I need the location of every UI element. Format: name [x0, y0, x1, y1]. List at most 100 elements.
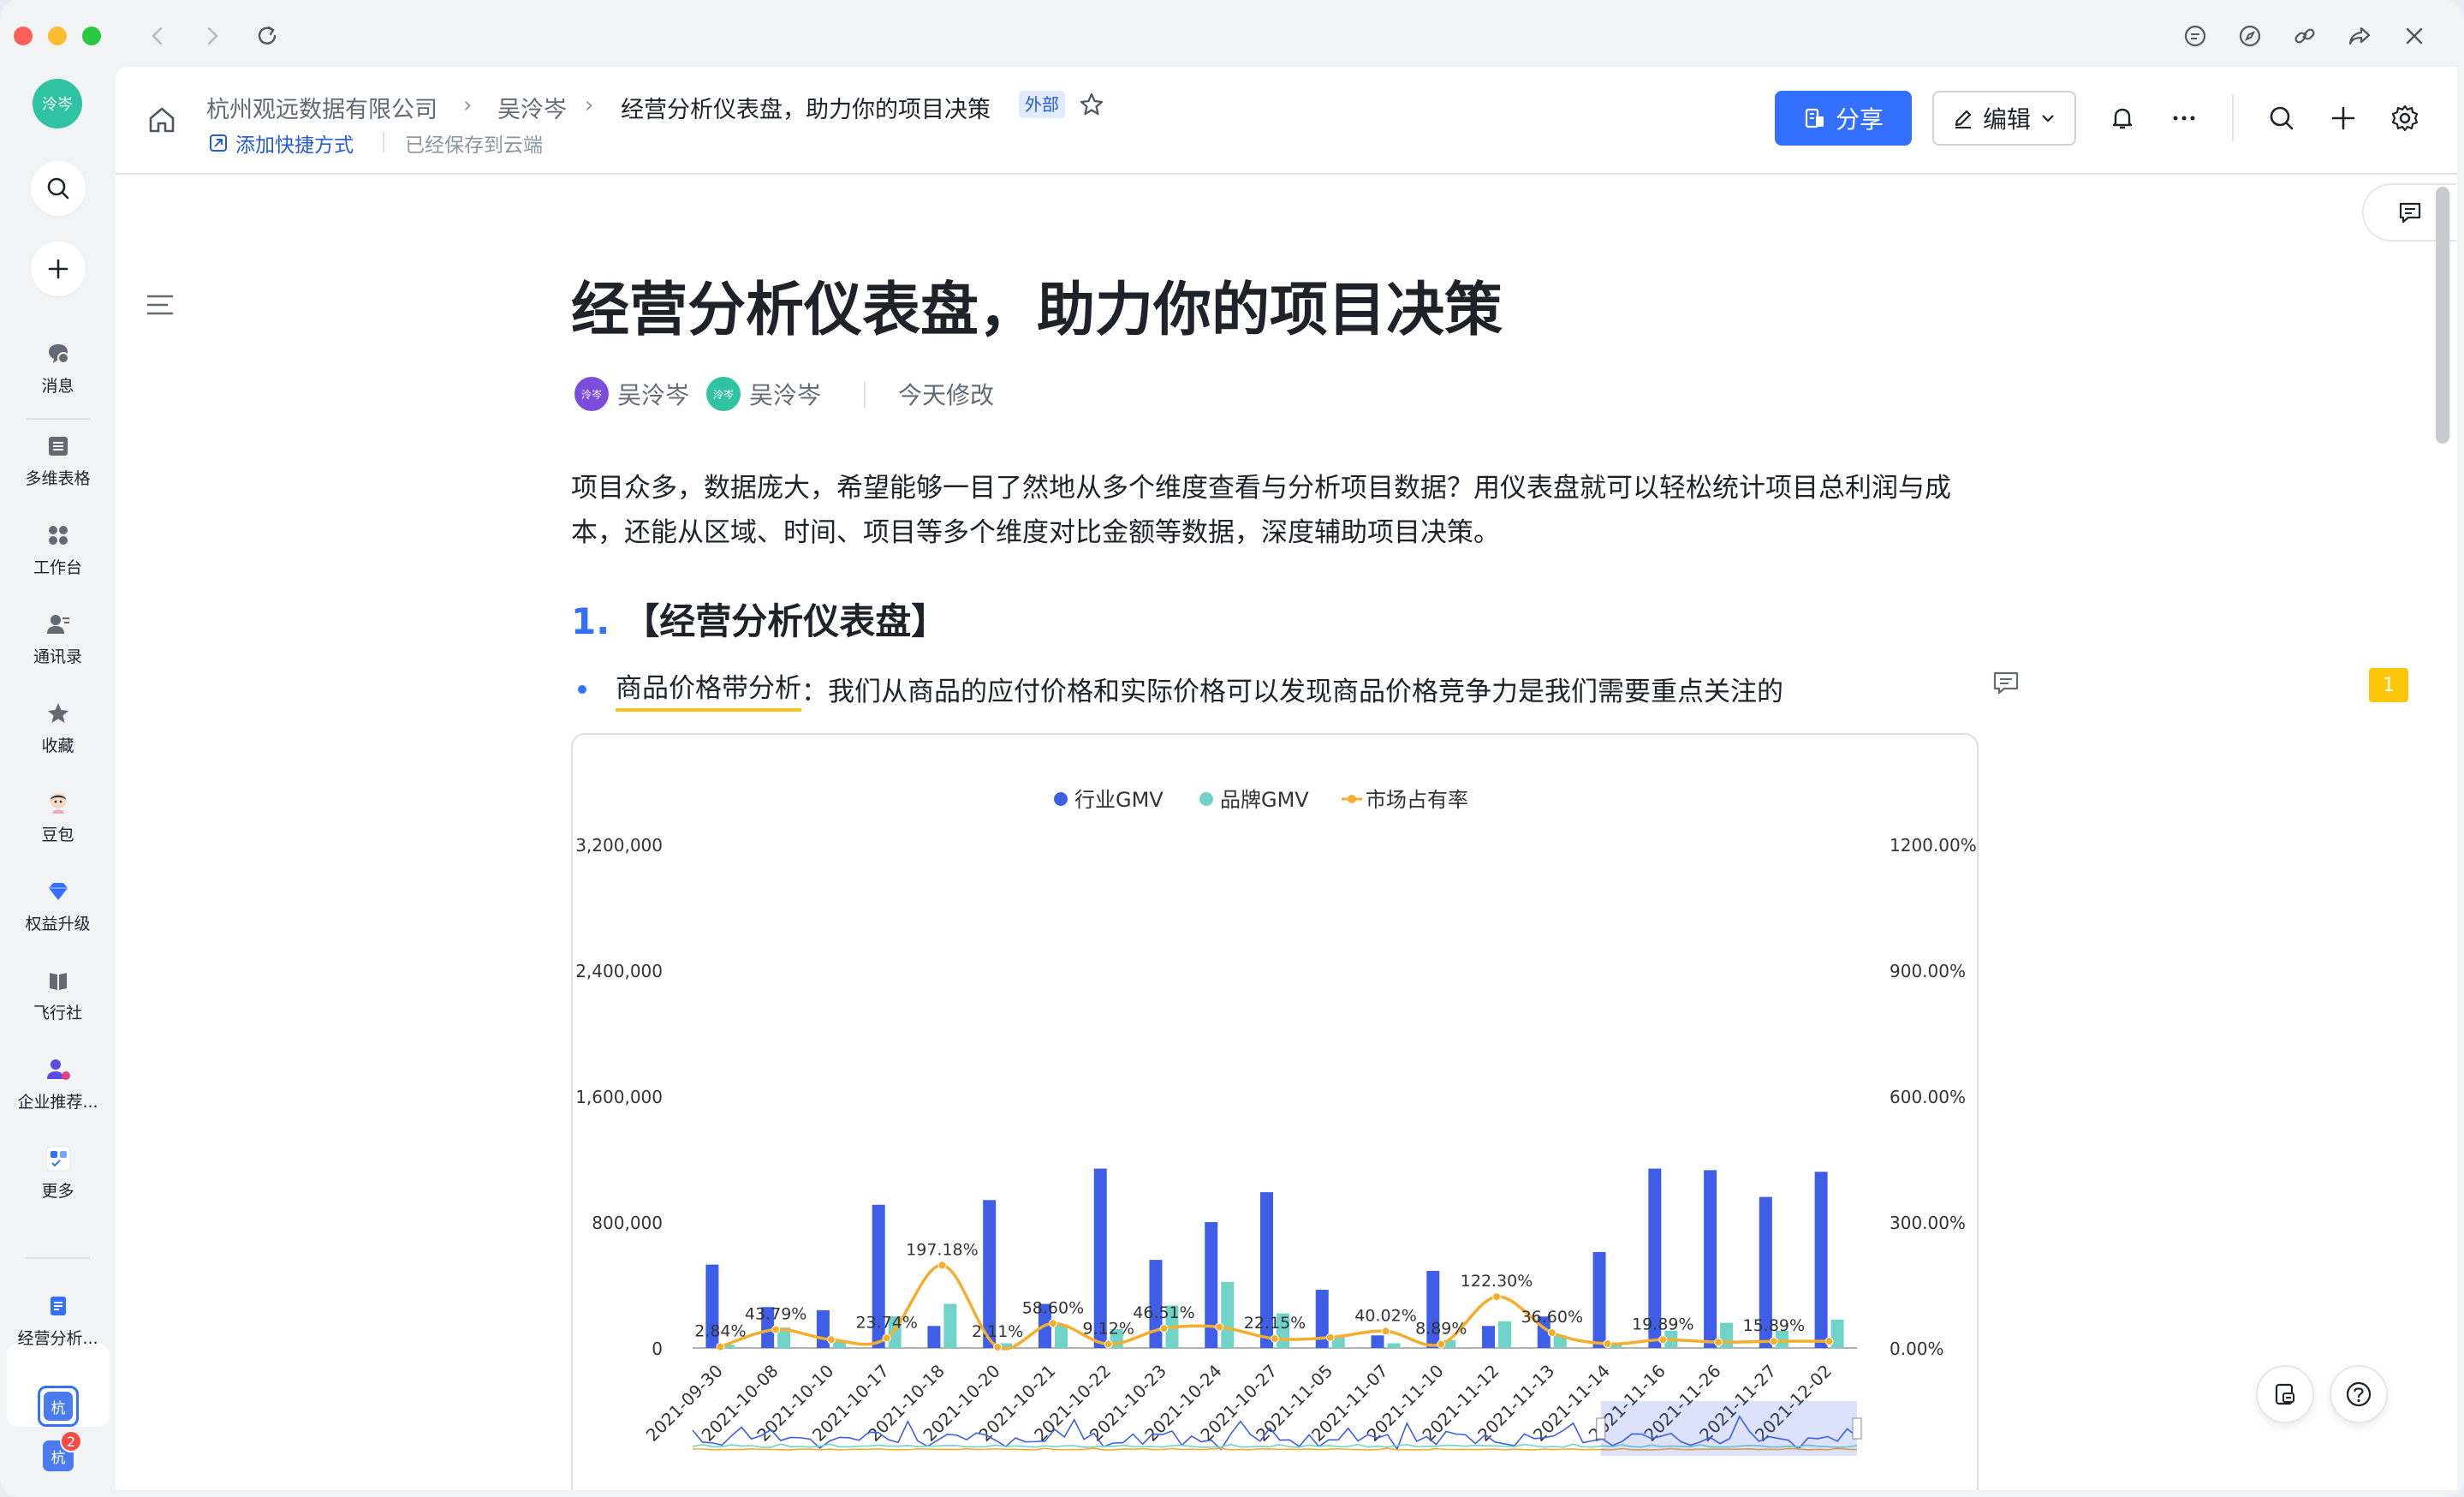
data-label-market-share: 2.11% — [972, 1322, 1023, 1341]
back-icon[interactable] — [140, 19, 175, 53]
bar-industry-gmv — [816, 1309, 830, 1348]
bar-brand-gmv — [1830, 1319, 1844, 1348]
legend-marker — [1348, 795, 1356, 803]
edit-mode-button[interactable]: 编辑 — [1932, 91, 2076, 146]
sidebar-item-active-doc[interactable]: 经营分析... — [0, 1291, 116, 1369]
create-button[interactable] — [31, 242, 86, 296]
close-icon[interactable] — [2396, 17, 2433, 55]
sidebar-item-doubao[interactable]: 豆包 — [0, 788, 116, 865]
legend-marker — [1054, 792, 1068, 806]
bar-industry-gmv — [1814, 1172, 1828, 1348]
sidebar-item-enterprise-recommend[interactable]: 企业推荐... — [0, 1055, 116, 1132]
chevron-down-icon — [2042, 115, 2054, 122]
notification-count-badge: 2 — [60, 1430, 82, 1452]
search-icon — [47, 177, 69, 200]
commented-text[interactable]: 商品价格带分析 — [616, 666, 801, 712]
more-options-icon[interactable] — [2165, 99, 2203, 137]
compass-icon[interactable] — [2231, 17, 2269, 55]
sidebar-item-flight-club[interactable]: 飞行社 — [0, 966, 116, 1043]
point-market-share — [1381, 1327, 1390, 1336]
y-axis-left-tick: 3,200,000 — [575, 835, 663, 856]
sidebar-item-workplace[interactable]: 工作台 — [0, 521, 116, 598]
app-window: 泠岑 消息 多维表格 工作台 通讯录 收藏 豆包 权益升级 飞行社 企业推荐..… — [0, 0, 2464, 1497]
settings-gear-icon[interactable] — [2386, 99, 2424, 137]
intro-paragraph[interactable]: 项目众多，数据庞大，希望能够一目了然地从多个维度查看与分析项目数据？用仪表盘就可… — [571, 466, 1992, 555]
bar-brand-gmv — [943, 1303, 957, 1348]
chat-bubble-icon — [44, 339, 73, 368]
notification-bell-icon[interactable] — [2104, 99, 2141, 137]
data-label-market-share: 2.84% — [694, 1322, 746, 1341]
data-label-market-share: 19.89% — [1632, 1315, 1693, 1333]
tenant-logo: 杭 — [44, 1392, 73, 1421]
modified-time: 今天修改 — [898, 381, 995, 409]
bar-industry-gmv — [927, 1326, 941, 1348]
sidebar-item-messages[interactable]: 消息 — [0, 339, 116, 416]
share-button[interactable]: 分享 — [1775, 91, 1912, 146]
chevron-right-icon: › — [585, 92, 594, 118]
comment-count-badge[interactable]: 1 — [2369, 668, 2408, 702]
bar-industry-gmv — [1592, 1251, 1606, 1348]
search-button[interactable] — [31, 161, 86, 216]
bar-industry-gmv — [1704, 1170, 1717, 1348]
sidebar-item-bitable[interactable]: 多维表格 — [0, 432, 116, 509]
y-axis-right-tick: 600.00% — [1890, 1087, 1966, 1107]
doc-search-icon[interactable] — [2263, 99, 2300, 137]
vertical-scrollbar[interactable] — [2436, 187, 2449, 444]
point-market-share — [1603, 1339, 1612, 1349]
chat-icon[interactable] — [2176, 17, 2214, 55]
point-market-share — [1159, 1324, 1169, 1333]
bar-industry-gmv — [1371, 1335, 1384, 1348]
chart-card[interactable]: 行业GMV 品牌GMV 市场占有率 0 800,000 1,600,000 2,400,00… — [571, 733, 1979, 1490]
sidebar-item-upgrade[interactable]: 权益升级 — [0, 877, 116, 954]
user-avatar[interactable]: 泠岑 — [33, 79, 82, 128]
add-shortcut-link[interactable]: 添加快捷方式 — [208, 128, 354, 158]
forward-icon[interactable] — [195, 19, 229, 53]
diamond-icon — [44, 877, 73, 906]
data-label-market-share: 23.74% — [855, 1313, 917, 1332]
y-axis-right-tick: 300.00% — [1890, 1213, 1966, 1233]
close-window-button[interactable] — [14, 27, 33, 45]
maximize-window-button[interactable] — [82, 27, 101, 45]
contacts-icon — [44, 610, 73, 639]
add-comment-icon[interactable] — [1991, 668, 2025, 702]
point-market-share — [1547, 1328, 1556, 1338]
zoom-selection-window — [1600, 1401, 1857, 1456]
left-sidebar: 泠岑 消息 多维表格 工作台 通讯录 收藏 豆包 权益升级 飞行社 企业推荐..… — [0, 67, 116, 1497]
data-label-market-share: 40.02% — [1354, 1306, 1416, 1325]
doc-title[interactable]: 经营分析仪表盘，助力你的项目决策 — [571, 262, 1503, 347]
help-question-icon — [2346, 1381, 2372, 1407]
doc-assistant-button[interactable] — [2256, 1365, 2314, 1423]
meta-divider — [864, 382, 866, 408]
comment-icon — [2399, 202, 2421, 224]
point-market-share — [826, 1335, 836, 1345]
author-chip[interactable]: 泠岑 吴泠岑 — [706, 377, 821, 411]
help-button[interactable] — [2330, 1365, 2388, 1423]
home-icon[interactable] — [146, 104, 177, 139]
minimize-window-button[interactable] — [48, 27, 67, 45]
bullet-item[interactable]: 商品价格带分析 ：我们从商品的应付价格和实际价格可以发现商品价格竞争力是我们需要重… — [578, 666, 1783, 712]
avatar: 泠岑 — [706, 377, 741, 411]
doubao-avatar-icon — [44, 788, 73, 817]
sidebar-item-favorites[interactable]: 收藏 — [0, 699, 116, 776]
outline-toc-icon[interactable] — [143, 288, 177, 322]
breadcrumb-company[interactable]: 杭州观远数据有限公司 — [206, 91, 437, 124]
legend-label: 市场占有率 — [1366, 788, 1468, 812]
point-market-share — [1658, 1335, 1668, 1345]
point-market-share — [1492, 1292, 1502, 1302]
share-arrow-icon[interactable] — [2341, 17, 2378, 55]
refresh-icon[interactable] — [250, 19, 284, 53]
link-icon[interactable] — [2286, 17, 2324, 55]
tenant-switch-active[interactable]: 杭 — [38, 1386, 79, 1427]
new-item-plus-icon[interactable] — [2324, 99, 2362, 137]
sidebar-item-contacts[interactable]: 通讯录 — [0, 610, 116, 687]
breadcrumb-user[interactable]: 吴泠岑 — [497, 91, 567, 124]
doc-assistant-icon — [2275, 1383, 2294, 1405]
data-label-market-share: 122.30% — [1461, 1272, 1533, 1291]
star-outline-icon[interactable] — [1078, 91, 1105, 122]
recommend-user-icon — [44, 1055, 73, 1084]
section-heading[interactable]: 1. 【经营分析仪表盘】 — [571, 593, 947, 645]
author-chip[interactable]: 泠岑 吴泠岑 — [574, 377, 689, 411]
sidebar-item-more[interactable]: 更多 — [0, 1144, 116, 1221]
point-market-share — [1104, 1339, 1113, 1349]
apps-grid-icon — [44, 521, 73, 550]
